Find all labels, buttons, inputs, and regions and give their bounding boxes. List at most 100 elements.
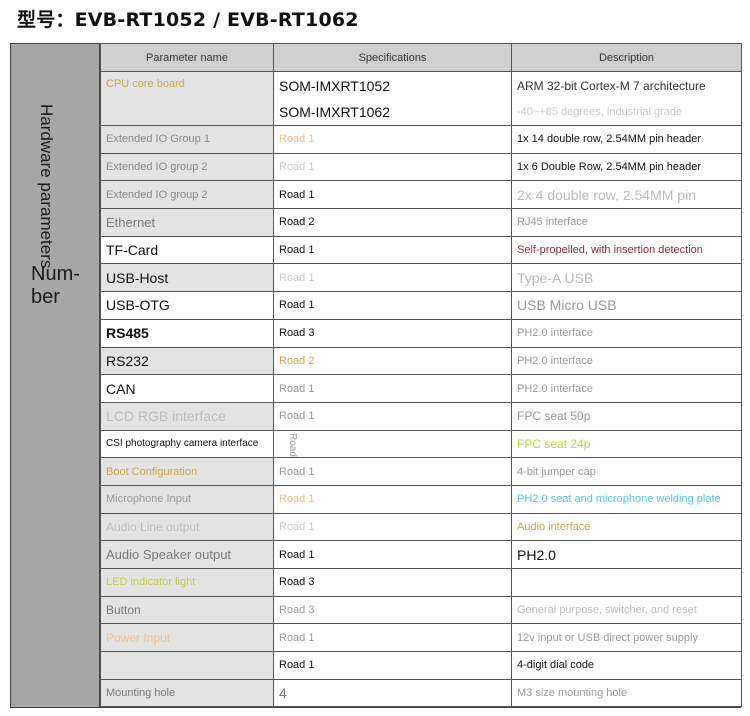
param-cell: Ethernet	[100, 208, 274, 237]
param-cell: Button	[100, 595, 274, 625]
table-row: USB-OTG Road 1 USB Micro USB	[100, 291, 742, 320]
page-title: 型号：EVB-RT1052 / EVB-RT1062	[17, 9, 359, 31]
desc-cell: General purpose, switcher, and reset	[511, 595, 742, 625]
table-row: Audio Speaker output Road 1 PH2.0	[100, 540, 742, 569]
table-row: Extended IO group 2 Road 1 1x 6 Double R…	[100, 152, 742, 182]
table-row: Power Input Road 1 12v input or USB dire…	[100, 623, 742, 653]
spec-cell: Road 1	[273, 401, 512, 431]
side-vertical-label: Hardware parameters	[37, 104, 56, 269]
spec-cell: Road 1	[273, 125, 512, 154]
desc-cell: FPC seat 24p	[511, 429, 742, 459]
spec-table: Parameter name Specifications Descriptio…	[100, 43, 742, 708]
desc-cell	[511, 568, 742, 597]
spec-cell: Road 1	[273, 457, 512, 486]
table-row: LCD RGB interface Road 1 FPC seat 50p	[100, 401, 742, 431]
param-cell: CPU core board	[100, 71, 274, 126]
side-band: Hardware parameters Num- ber	[10, 43, 100, 708]
spec-cell: Road 1	[273, 374, 512, 403]
desc-cell: 4-bit jumper cap	[511, 457, 742, 486]
desc-cell: M3 size mounting hole	[511, 678, 742, 708]
param-cell: LCD RGB interface	[100, 401, 274, 431]
table-row: CAN Road 1 PH2.0 interface	[100, 374, 742, 403]
desc-cell: 1x 14 double row, 2.54MM pin header	[511, 125, 742, 154]
param-cell: Audio Speaker output	[100, 540, 274, 569]
desc-cell: 1x 6 Double Row, 2.54MM pin header	[511, 152, 742, 182]
desc-cell: RJ45 interface	[511, 208, 742, 237]
spec-vertical-text: Road	[287, 432, 298, 457]
desc-cell: Audio interface	[511, 512, 742, 542]
table-row: LED indicator light Road 3	[100, 568, 742, 597]
table-row: CPU core board SOM-IMXRT1052 SOM-IMXRT10…	[100, 71, 742, 126]
spec-cell: Road 1	[273, 152, 512, 182]
spec-cell: Road 3	[273, 595, 512, 625]
param-cell	[100, 651, 274, 680]
param-cell: LED indicator light	[100, 568, 274, 597]
param-cell: Microphone Input	[100, 484, 274, 514]
table-row: Mounting hole 4 M3 size mounting hole	[100, 678, 742, 708]
desc-cell: PH2.0 interface	[511, 374, 742, 403]
spec-line: SOM-IMXRT1062	[279, 103, 390, 120]
spec-cell: Road 1	[273, 651, 512, 680]
spec-cell: Road 1	[273, 235, 512, 265]
spec-cell: Road 3	[273, 568, 512, 597]
param-cell: Power Input	[100, 623, 274, 653]
header-desc: Description	[511, 43, 742, 72]
table-row: Boot Configuration Road 1 4-bit jumper c…	[100, 457, 742, 486]
desc-cell: 4-digit dial code	[511, 651, 742, 680]
desc-cell: Type-A USB	[511, 263, 742, 293]
table-row: Audio Line output Road 1 Audio interface	[100, 512, 742, 542]
spec-cell: 4	[273, 678, 512, 708]
desc-cell: FPC seat 50p	[511, 401, 742, 431]
param-cell: TF-Card	[100, 235, 274, 265]
spec-cell: Road 1	[273, 291, 512, 320]
param-cell: Extended IO group 2	[100, 180, 274, 210]
param-cell: RS485	[100, 318, 274, 348]
spec-cell: SOM-IMXRT1052 SOM-IMXRT1062	[273, 71, 512, 126]
param-cell: Boot Configuration	[100, 457, 274, 486]
param-cell: USB-Host	[100, 263, 274, 293]
desc-cell: Self-propelled, with insertion detection	[511, 235, 742, 265]
desc-cell: PH2.0	[511, 540, 742, 569]
param-cell: Mounting hole	[100, 678, 274, 708]
desc-cell: PH2.0 interface	[511, 346, 742, 376]
header-param: Parameter name	[100, 43, 274, 72]
table-row: Extended IO Group 1 Road 1 1x 14 double …	[100, 125, 742, 154]
table-row: Button Road 3 General purpose, switcher,…	[100, 595, 742, 625]
spec-cell: Road 1	[273, 540, 512, 569]
table-row: Ethernet Road 2 RJ45 interface	[100, 208, 742, 237]
table-row: RS232 Road 2 PH2.0 interface	[100, 346, 742, 376]
table-row: CSI photography camera interface Road FP…	[100, 429, 742, 459]
table-row: Extended IO group 2 Road 1 2x 4 double r…	[100, 180, 742, 210]
param-cell: CSI photography camera interface	[100, 429, 274, 459]
spec-cell: Road 1	[273, 512, 512, 542]
spec-cell: Road	[273, 429, 512, 459]
spec-line: SOM-IMXRT1052	[279, 77, 390, 94]
spec-cell: Road 2	[273, 208, 512, 237]
spec-cell: Road 1	[273, 263, 512, 293]
desc-cell: PH2.0 seat and microphone welding plate	[511, 484, 742, 514]
table-header-row: Parameter name Specifications Descriptio…	[100, 43, 742, 72]
desc-cell: 12v input or USB direct power supply	[511, 623, 742, 653]
param-cell: CAN	[100, 374, 274, 403]
header-spec: Specifications	[273, 43, 512, 72]
desc-cell: 2x 4 double row, 2.54MM pin	[511, 180, 742, 210]
param-cell: RS232	[100, 346, 274, 376]
param-cell: Audio Line output	[100, 512, 274, 542]
spec-cell: Road 2	[273, 346, 512, 376]
spec-cell: Road 1	[273, 623, 512, 653]
desc-line: -40~+85 degrees, industrial grade	[517, 105, 683, 118]
table-row: TF-Card Road 1 Self-propelled, with inse…	[100, 235, 742, 265]
desc-cell: ARM 32-bit Cortex-M 7 architecture -40~+…	[511, 71, 742, 126]
param-cell: USB-OTG	[100, 291, 274, 320]
table-row: Microphone Input Road 1 PH2.0 seat and m…	[100, 484, 742, 514]
table-row: RS485 Road 3 PH2.0 interface	[100, 318, 742, 348]
spec-cell: Road 1	[273, 180, 512, 210]
spec-cell: Road 1	[273, 484, 512, 514]
param-cell: Extended IO group 2	[100, 152, 274, 182]
side-number-label: Num- ber	[31, 263, 80, 308]
desc-line: ARM 32-bit Cortex-M 7 architecture	[517, 78, 706, 93]
table-row: Road 1 4-digit dial code	[100, 651, 742, 680]
desc-cell: PH2.0 interface	[511, 318, 742, 348]
spec-cell: Road 3	[273, 318, 512, 348]
table-row: USB-Host Road 1 Type-A USB	[100, 263, 742, 293]
